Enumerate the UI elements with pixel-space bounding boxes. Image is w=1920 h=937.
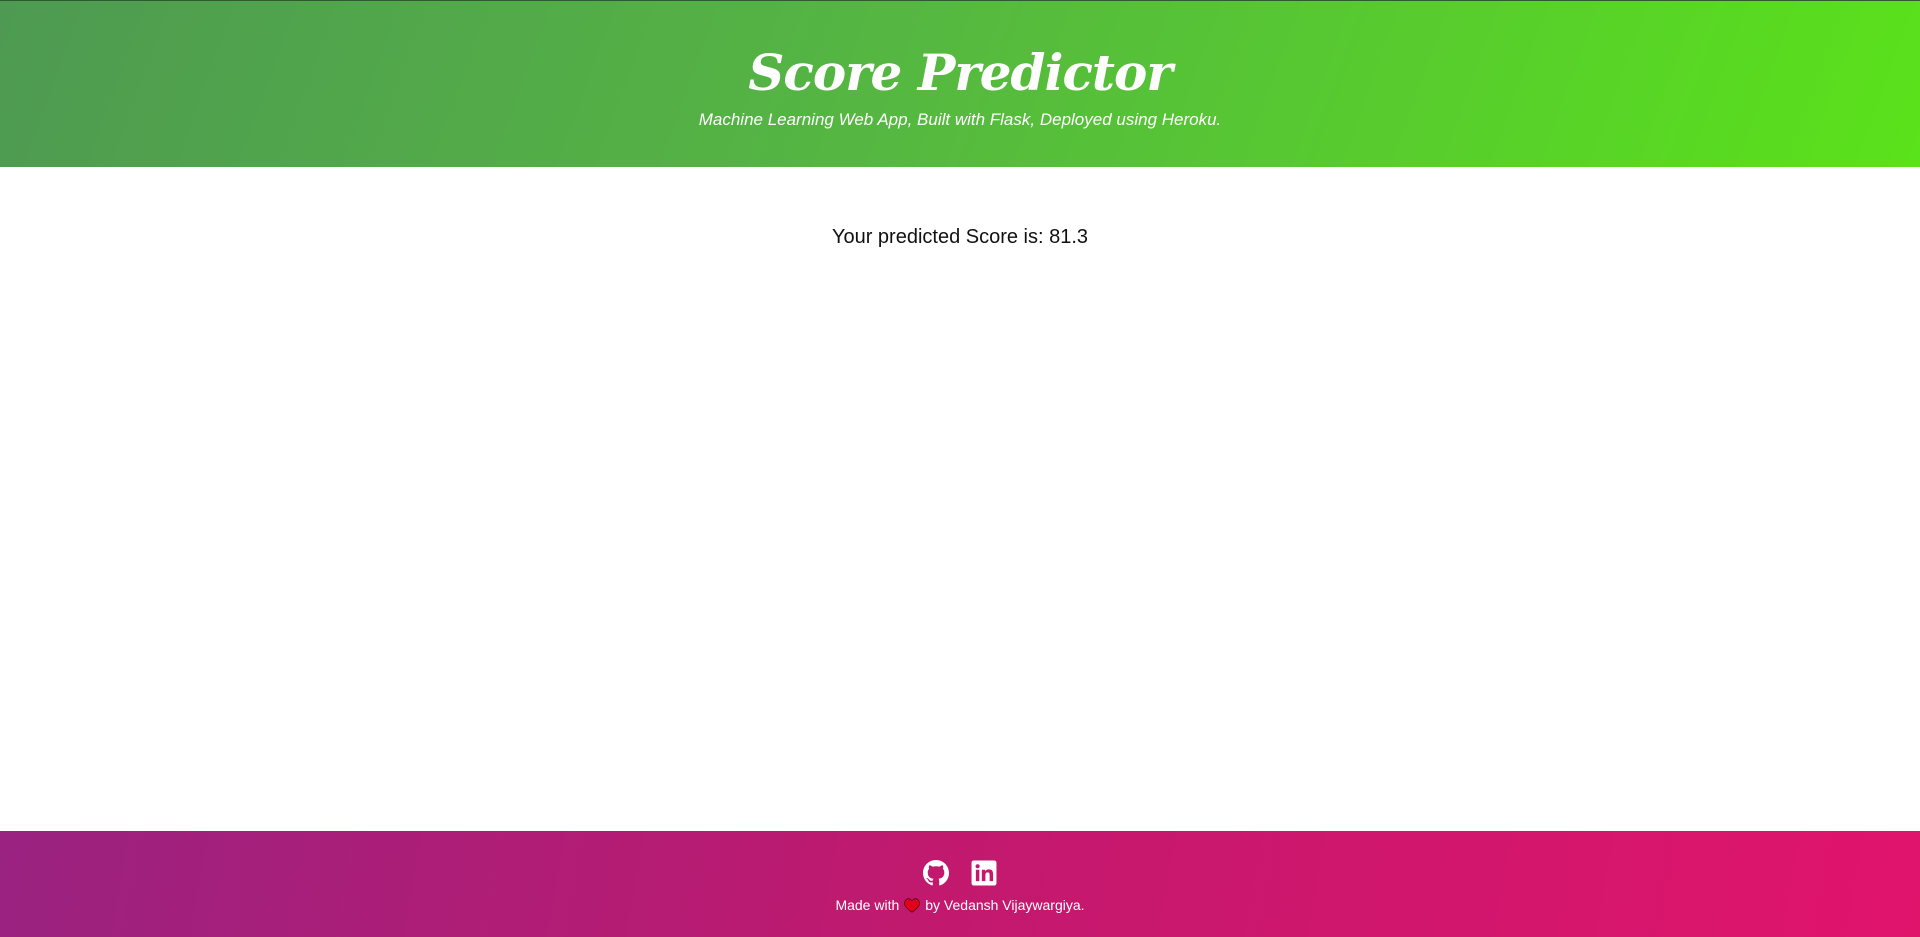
github-link[interactable] bbox=[923, 860, 949, 886]
main-content: Your predicted Score is: 81.3 bbox=[0, 167, 1920, 831]
footer-credit: Made with by Vedansh Vijaywargiya. bbox=[0, 896, 1920, 914]
page-subtitle: Machine Learning Web App, Built with Fla… bbox=[698, 110, 1222, 129]
credit-suffix: by Vedansh Vijaywargiya. bbox=[925, 897, 1085, 913]
footer: Made with by Vedansh Vijaywargiya. bbox=[0, 831, 1920, 937]
github-icon bbox=[923, 860, 949, 886]
page: Score Predictor Machine Learning Web App… bbox=[0, 0, 1920, 937]
prediction-result: Your predicted Score is: 81.3 bbox=[831, 226, 1089, 248]
linkedin-link[interactable] bbox=[971, 860, 997, 886]
heart-icon bbox=[904, 897, 921, 913]
page-title: Score Predictor bbox=[748, 43, 1172, 102]
linkedin-icon bbox=[971, 860, 997, 886]
credit-prefix: Made with bbox=[835, 897, 900, 913]
header: Score Predictor Machine Learning Web App… bbox=[0, 0, 1920, 167]
social-links bbox=[0, 860, 1920, 886]
